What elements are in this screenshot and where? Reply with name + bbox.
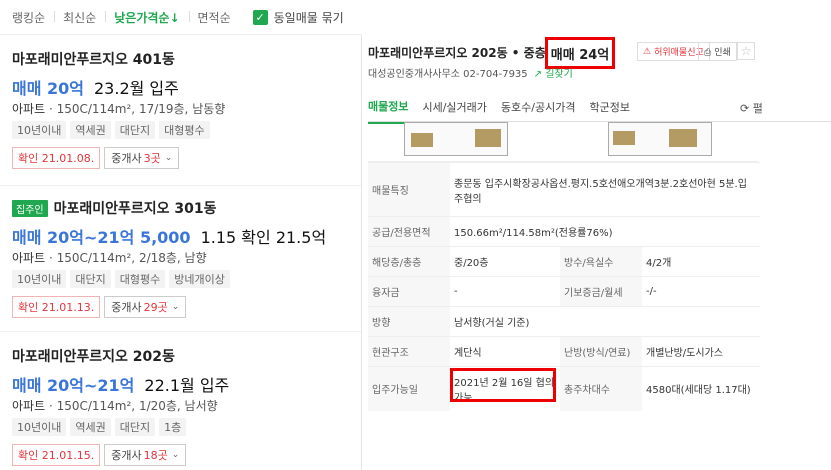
confirm-date-badge: 확인 21.01.15. [12,444,101,466]
sort-bar: 랭킹순 최신순 낮은가격순↓ 면적순 ✓ 동일매물 묶기 [0,0,831,34]
tag: 대형평수 [114,270,166,288]
sort-lowest-price[interactable]: 낮은가격순↓ [114,9,190,26]
list-item[interactable]: 마포래미안푸르지오 202동 매매 20억~21억 22.1월 입주 아파트 ·… [0,331,361,470]
listing-price: 매매 20억 [12,79,84,98]
tag: 대단지 [114,121,156,139]
tag: 방네개이상 [169,270,230,288]
table-row: 융자금 - 기보증금/월세 -/- [368,276,760,307]
sort-ranking[interactable]: 랭킹순 [12,9,56,26]
sort-area[interactable]: 면적순 [198,9,231,26]
listing-list: 마포래미안푸르지오 401동 매매 20억 23.2월 입주 아파트 · 150… [0,34,362,470]
owner-badge: 집주인 [12,199,48,217]
agent-count-button[interactable]: 중개사 3곳 ⌄ [104,147,180,169]
agency-name-phone: 대성공인중개사사무소 02-704-7935 [368,69,528,80]
table-row: 입주가능일 2021년 2월 16일 협의가능 총주차대수 4580대(세대당 … [368,366,760,411]
tag: 역세권 [70,418,111,436]
tag: 대형평수 [159,121,210,139]
listing-tags: 10년이내 역세권 대단지 대형평수 [12,121,361,139]
group-same-toggle[interactable]: ✓ 동일매물 묶기 [252,9,344,26]
print-button[interactable]: ⎙ 인쇄 [698,42,737,61]
listing-name[interactable]: 마포래미안푸르지오 202동 [12,346,175,366]
agent-count-button[interactable]: 중개사 29곳 ⌄ [104,296,187,318]
listing-annotation: 23.2월 입주 [94,79,179,98]
listing-name[interactable]: 마포래미안푸르지오 301동 [54,198,217,218]
list-item[interactable]: 집주인 마포래미안푸르지오 301동 매매 20억~21억 5,000 1.15… [0,185,361,331]
listing-spec: 아파트 · 150C/114m², 2/18층, 남향 [12,251,207,265]
tag: 10년이내 [12,121,67,139]
check-icon[interactable]: ✓ [252,9,268,25]
move-in-date-highlight [450,368,556,402]
agency-info: 대성공인중개사사무소 02-704-7935 ↗ 길찾기 [368,65,573,80]
chevron-down-icon: ⌄ [171,302,180,312]
listing-detail-panel: 마포래미안푸르지오 202동 • 중층 매매 24억 ⚠ 허위매물신고 ⎙ 인쇄 ☆… [362,34,831,470]
listing-tags: 10년이내 대단지 대형평수 방네개이상 [12,270,361,288]
floorplan-image [368,122,758,162]
listing-spec: 아파트 · 150C/114m², 1/20층, 남서향 [12,399,218,413]
listing-info-table: 매물특징 종문동 입주시확장공사옵션.평지.5호선애오개역3분.2호선아현 5분… [368,162,760,411]
siren-icon: ⚠ [643,46,652,57]
confirm-date-badge: 확인 21.01.08. [12,147,101,169]
listing-name[interactable]: 마포래미안푸르지오 401동 [12,49,175,69]
sort-latest[interactable]: 최신순 [63,9,107,26]
listing-price: 매매 20억~21억 [12,376,135,395]
tag: 대단지 [114,418,156,436]
group-same-label: 동일매물 묶기 [273,10,344,25]
table-row: 현관구조 계단식 난방(방식/연료) 개별난방/도시가스 [368,336,760,367]
listing-annotation: 1.15 확인 21.5억 [200,228,327,247]
tab-price-history[interactable]: 시세/실거래가 [422,93,486,123]
listing-price: 매매 20억~21억 5,000 [12,228,191,247]
listing-spec: 아파트 · 150C/114m², 17/19층, 남동향 [12,102,226,116]
tag: 10년이내 [12,270,67,288]
table-row: 매물특징 종문동 입주시확장공사옵션.평지.5호선애오개역3분.2호선아현 5분… [368,162,760,217]
tag: 대단지 [70,270,111,288]
chevron-down-icon: ⌄ [171,450,180,460]
tag: 1층 [159,418,187,436]
table-row: 해당층/총층 중/20층 방수/욕실수 4/2개 [368,246,760,277]
expand-button[interactable]: ⟳ 펼 [740,100,763,116]
listing-annotation: 22.1월 입주 [144,376,230,395]
table-row: 방향 남서향(거실 기준) [368,306,760,337]
tab-listing-info[interactable]: 매물정보 [368,92,409,124]
detail-tabs: 매물정보 시세/실거래가 동호수/공시가격 학군정보 ⟳ 펼 [368,92,831,124]
table-row: 공급/전용면적 150.66m²/114.58m²(전용률76%) [368,216,760,247]
route-icon: ↗ [533,69,543,80]
listing-tags: 10년이내 역세권 대단지 1층 [12,418,361,436]
favorite-star-icon[interactable]: ☆ [737,42,755,60]
tag: 역세권 [70,121,111,139]
list-item[interactable]: 마포래미안푸르지오 401동 매매 20억 23.2월 입주 아파트 · 150… [0,49,361,183]
agent-count-button[interactable]: 중개사 18곳 ⌄ [104,444,187,466]
tag: 10년이내 [12,418,67,436]
chevron-down-icon: ⌄ [164,153,173,163]
printer-icon: ⎙ [704,48,712,58]
tab-unit-price[interactable]: 동호수/공시가격 [501,93,576,123]
tab-school[interactable]: 학군정보 [589,93,629,123]
confirm-date-badge: 확인 21.01.13. [12,296,101,318]
route-link[interactable]: ↗ 길찾기 [534,65,573,80]
detail-title: 마포래미안푸르지오 202동 • 중층 [368,46,546,60]
